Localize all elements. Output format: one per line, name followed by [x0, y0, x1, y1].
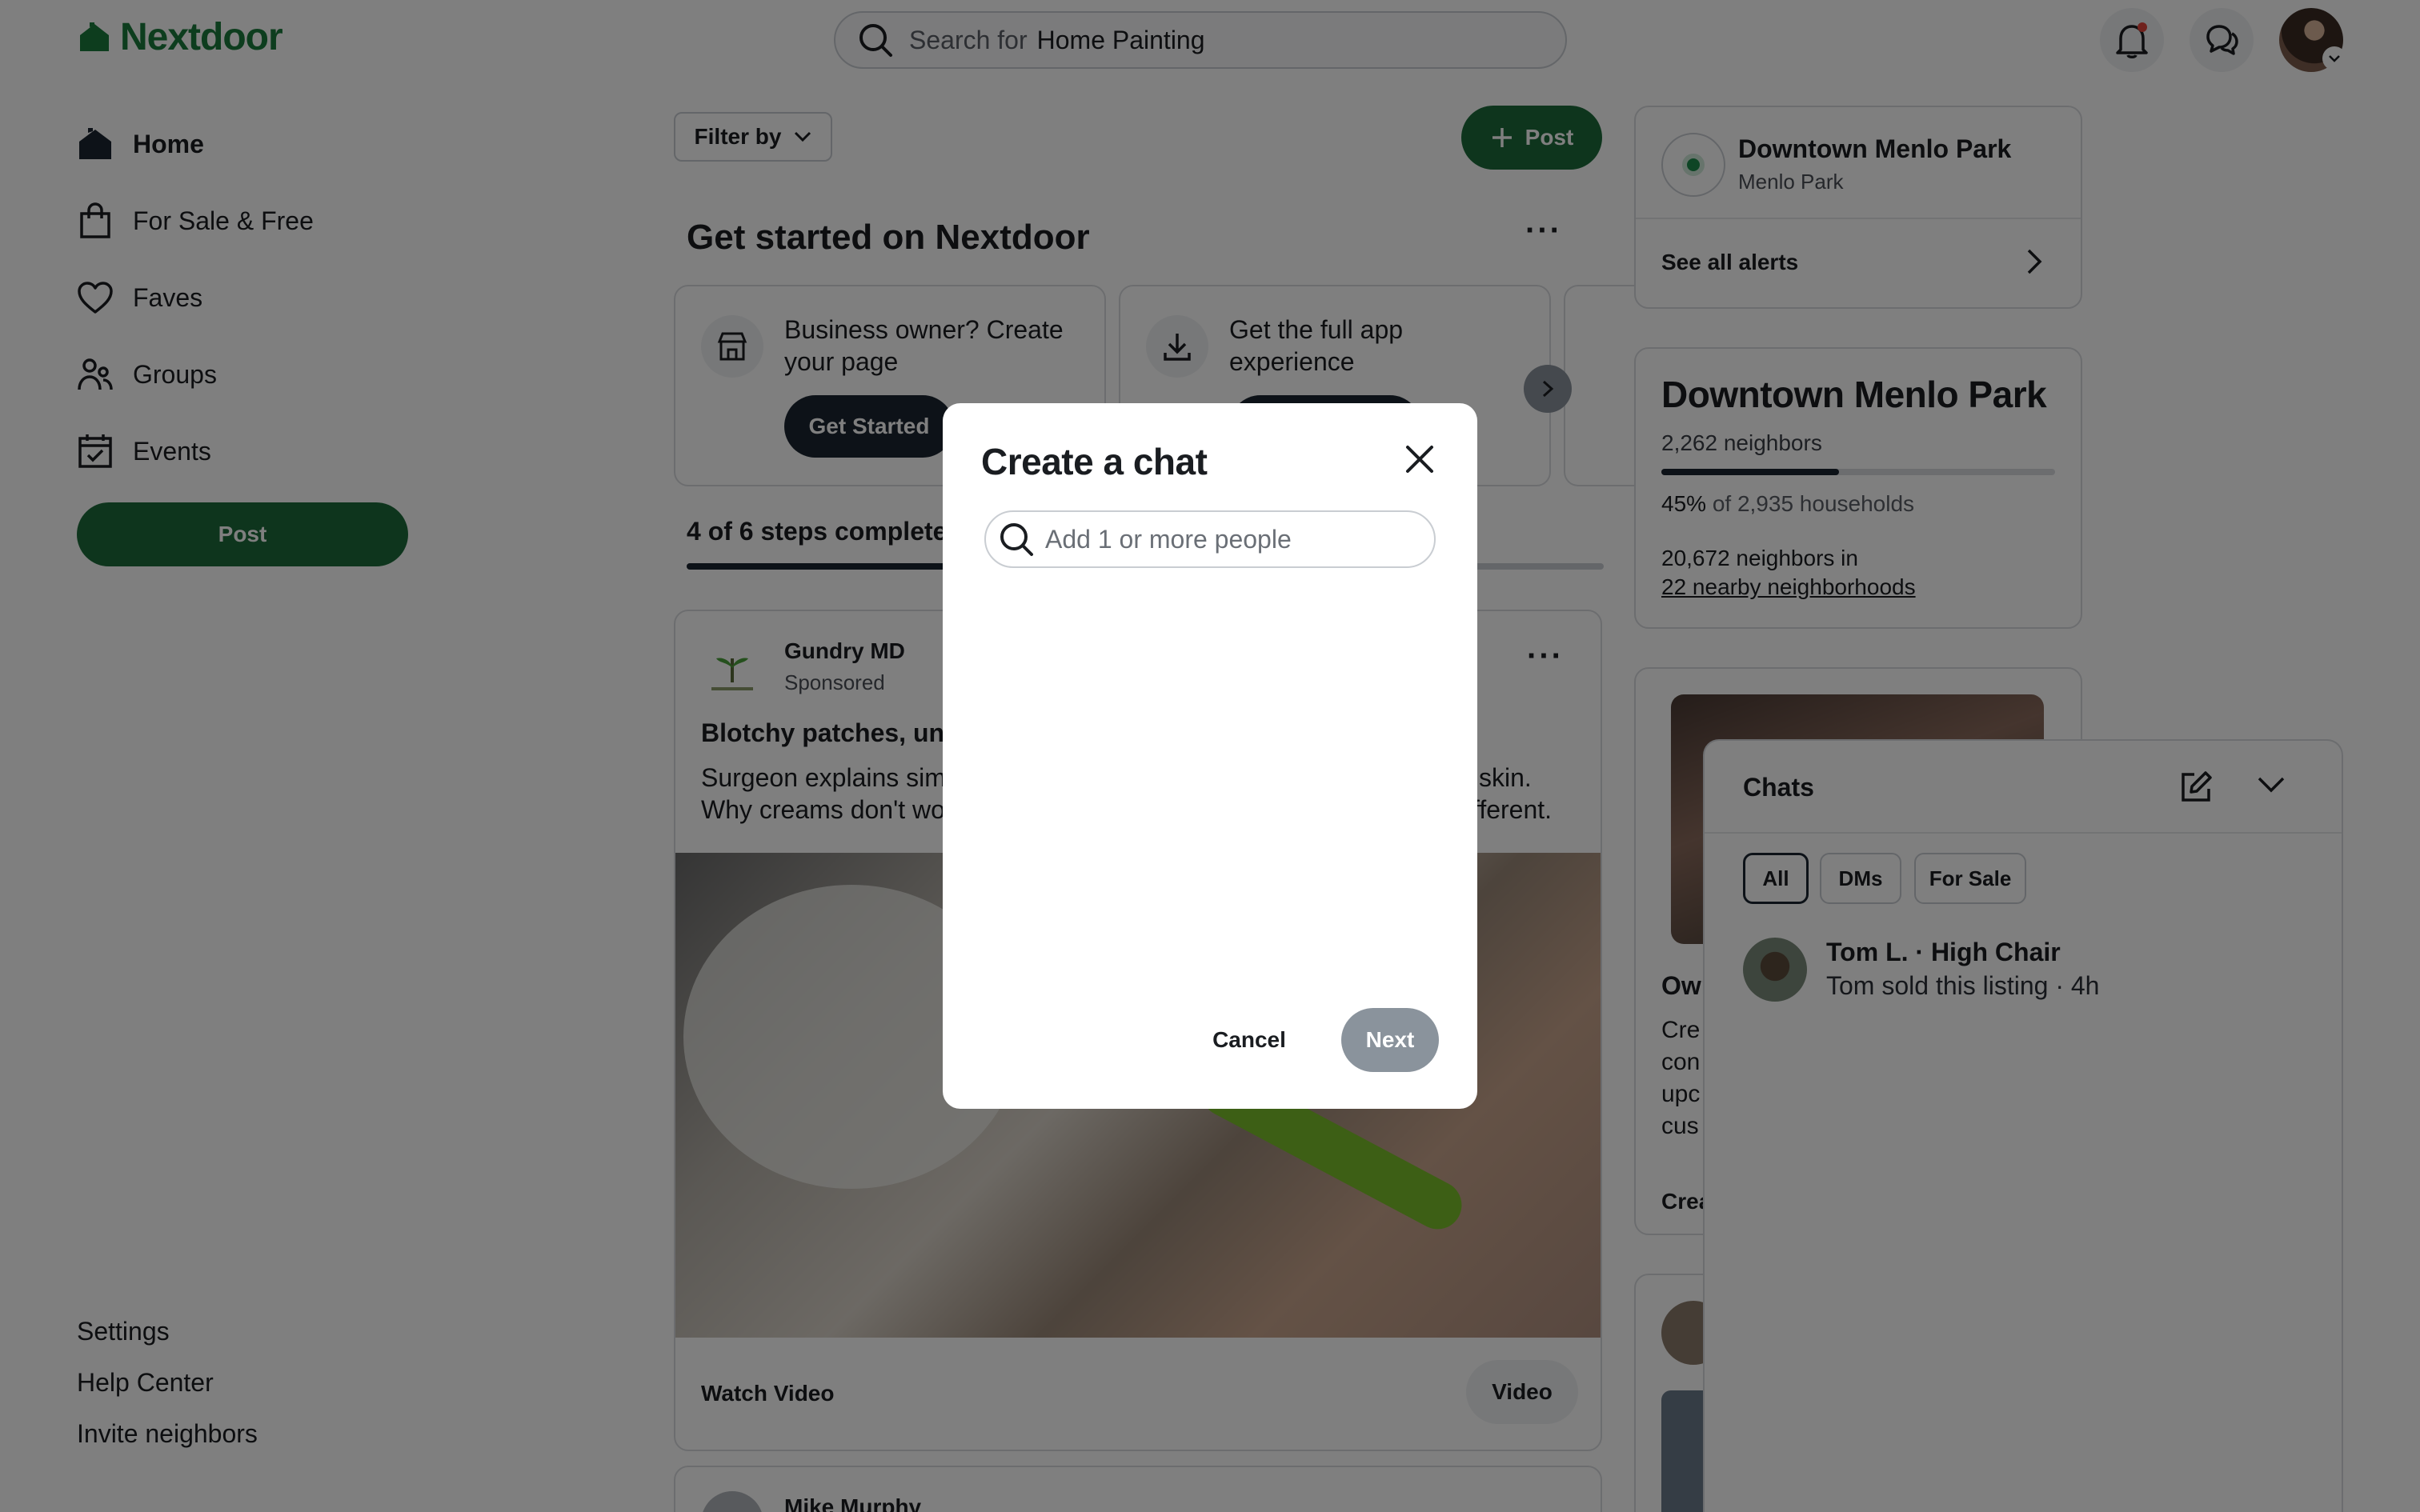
- add-people-input[interactable]: Add 1 or more people: [984, 510, 1436, 568]
- modal-title: Create a chat: [981, 441, 1208, 482]
- close-icon[interactable]: [1404, 443, 1436, 475]
- cancel-button[interactable]: Cancel: [1204, 1008, 1295, 1072]
- create-chat-modal: Create a chat Add 1 or more people Cance…: [943, 403, 1477, 1109]
- next-button[interactable]: Next: [1341, 1008, 1439, 1072]
- search-icon: [1000, 523, 1033, 556]
- add-people-placeholder: Add 1 or more people: [1045, 524, 1292, 554]
